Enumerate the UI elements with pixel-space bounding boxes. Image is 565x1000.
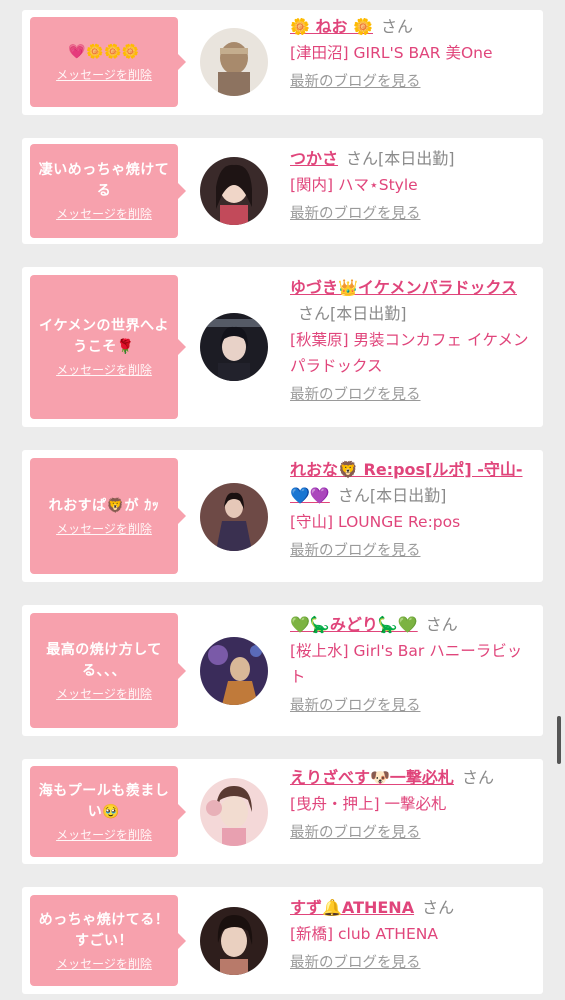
delete-message-link[interactable]: メッセージを削除 <box>56 521 152 537</box>
latest-blog-link[interactable]: 最新のブログを見る <box>290 541 421 561</box>
delete-message-link[interactable]: メッセージを削除 <box>56 686 152 702</box>
message-text: れおすぱ🦁が ｶｯ <box>48 497 160 514</box>
message-bubble: 海もプールも羨ましい🥹 メッセージを削除 <box>30 766 186 857</box>
profile-info: 🌼 ねお 🌼 さん [津田沼] GIRL'S BAR 美One 最新のブログを見る <box>290 14 534 92</box>
latest-blog-link[interactable]: 最新のブログを見る <box>290 72 421 92</box>
cast-name-link[interactable]: えりざべす🐶一撃必札 <box>290 768 454 787</box>
message-card: イケメンの世界へようこそ🌹 メッセージを削除 ゆづき👑イケメンパラドックスさん[… <box>22 267 543 427</box>
profile-info: つかさ さん[本日出勤] [関内] ハマ⋆Style 最新のブログを見る <box>290 146 534 224</box>
message-text: 海もプールも羨ましい🥹 <box>38 782 170 820</box>
status-text: [本日出勤] <box>330 304 407 323</box>
shop-name: [曳舟・押上] 一撃必札 <box>290 795 447 813</box>
message-text: イケメンの世界へようこそ🌹 <box>38 318 170 355</box>
cast-name-link[interactable]: 💚🦕みどり🦕💚 <box>290 615 418 634</box>
profile-info: れおな🦁 Re:pos[ルポ] -守山-💙💜 さん[本日出勤] [守山] LOUN… <box>290 457 534 561</box>
status-text: [本日出勤] <box>378 149 455 168</box>
delete-message-link[interactable]: メッセージを削除 <box>56 67 152 83</box>
shop-name: [桜上水] Girl's Bar ハニーラビット <box>290 642 523 686</box>
profile-info: えりざべす🐶一撃必札 さん [曳舟・押上] 一撃必札 最新のブログを見る <box>290 765 534 843</box>
delete-message-link[interactable]: メッセージを削除 <box>56 827 152 843</box>
avatar[interactable] <box>200 313 268 381</box>
honorific: さん <box>346 149 379 168</box>
honorific: さん <box>298 304 331 323</box>
latest-blog-link[interactable]: 最新のブログを見る <box>290 823 421 843</box>
shop-name: [新橋] club ATHENA <box>290 925 438 943</box>
shop-name: [守山] LOUNGE Re:pos <box>290 513 461 531</box>
message-card: 最高の焼け方してる、、、 メッセージを削除 💚🦕みどり🦕💚 さん [桜上水] Gi… <box>22 605 543 736</box>
cast-name-link[interactable]: ゆづき👑イケメンパラドックス <box>290 278 517 297</box>
delete-message-link[interactable]: メッセージを削除 <box>56 956 152 972</box>
cast-name-link[interactable]: すず🔔ATHENA <box>290 898 414 917</box>
message-card: 凄いめっちゃ焼けてる メッセージを削除 つかさ さん[本日出勤] [関内] ハマ⋆… <box>22 138 543 244</box>
profile-info: すず🔔ATHENA さん [新橋] club ATHENA 最新のブログを見る <box>290 895 534 973</box>
message-bubble: 💗🌼🌼🌼 メッセージを削除 <box>30 17 186 107</box>
message-text: めっちゃ焼けてる！すごい！ <box>38 911 170 949</box>
message-text: 最高の焼け方してる、、、 <box>46 641 162 679</box>
delete-message-link[interactable]: メッセージを削除 <box>56 362 152 378</box>
message-bubble: イケメンの世界へようこそ🌹 メッセージを削除 <box>30 275 186 419</box>
avatar[interactable] <box>200 157 268 225</box>
message-card: 海もプールも羨ましい🥹 メッセージを削除 えりざべす🐶一撃必札 さん [曳舟・押上… <box>22 759 543 864</box>
message-bubble: 最高の焼け方してる、、、 メッセージを削除 <box>30 613 186 728</box>
shop-name: [津田沼] GIRL'S BAR 美One <box>290 44 493 62</box>
latest-blog-link[interactable]: 最新のブログを見る <box>290 953 421 973</box>
message-text: 💗🌼🌼🌼 <box>68 43 140 60</box>
scrollbar[interactable] <box>557 716 561 764</box>
honorific: さん <box>381 17 414 36</box>
message-card: れおすぱ🦁が ｶｯ メッセージを削除 れおな🦁 Re:pos[ルポ] -守山-💙… <box>22 450 543 582</box>
latest-blog-link[interactable]: 最新のブログを見る <box>290 204 421 224</box>
avatar[interactable] <box>200 483 268 551</box>
cast-name-link[interactable]: つかさ <box>290 149 338 168</box>
honorific: さん <box>425 615 458 634</box>
avatar[interactable] <box>200 637 268 705</box>
shop-name: [秋葉原] 男装コンカフェ イケメンパラドックス <box>290 331 529 375</box>
honorific: さん <box>337 486 370 505</box>
avatar[interactable] <box>200 778 268 846</box>
latest-blog-link[interactable]: 最新のブログを見る <box>290 385 421 405</box>
delete-message-link[interactable]: メッセージを削除 <box>56 206 152 222</box>
profile-info: ゆづき👑イケメンパラドックスさん[本日出勤] [秋葉原] 男装コンカフェ イケメ… <box>290 275 534 405</box>
status-text: [本日出勤] <box>369 486 447 505</box>
message-card: 💗🌼🌼🌼 メッセージを削除 🌼 ねお 🌼 さん [津田沼] GIRL'S BAR … <box>22 10 543 115</box>
profile-info: 💚🦕みどり🦕💚 さん [桜上水] Girl's Bar ハニーラビット 最新のブロ… <box>290 612 534 716</box>
message-bubble: 凄いめっちゃ焼けてる メッセージを削除 <box>30 144 186 238</box>
avatar[interactable] <box>200 28 268 96</box>
cast-name-link[interactable]: 🌼 ねお 🌼 <box>290 17 373 36</box>
message-bubble: れおすぱ🦁が ｶｯ メッセージを削除 <box>30 458 186 574</box>
message-card: めっちゃ焼けてる！すごい！ メッセージを削除 すず🔔ATHENA さん [新橋] … <box>22 887 543 994</box>
latest-blog-link[interactable]: 最新のブログを見る <box>290 696 421 716</box>
avatar[interactable] <box>200 907 268 975</box>
shop-name: [関内] ハマ⋆Style <box>290 176 418 194</box>
honorific: さん <box>461 768 494 787</box>
honorific: さん <box>422 898 455 917</box>
message-bubble: めっちゃ焼けてる！すごい！ メッセージを削除 <box>30 895 186 986</box>
message-text: 凄いめっちゃ焼けてる <box>38 162 170 199</box>
